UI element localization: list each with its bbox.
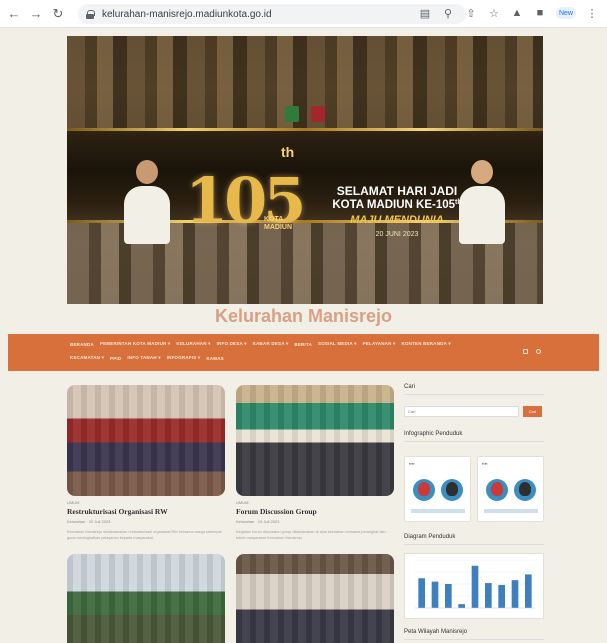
post-card[interactable]: UMUM Forum Discussion Group Kelurahan · … <box>236 385 394 541</box>
female-avatar-icon <box>441 479 463 501</box>
infographic-card[interactable]: ▪▪▪▪ <box>477 456 544 522</box>
search-icon[interactable] <box>536 349 541 354</box>
chart-bar[interactable] <box>498 584 505 608</box>
share-icon[interactable]: ⇧ <box>464 6 478 20</box>
chart-bar[interactable] <box>418 578 425 608</box>
chart-bar[interactable] <box>458 604 465 608</box>
header-banner: 105 th KOTA MADIUN SELAMAT HARI JADI KOTA… <box>67 36 543 304</box>
menu-item[interactable]: INFOGRAFIS ▾ <box>167 355 201 361</box>
post-meta: Kelurahan · 19 Juli 2023 <box>236 519 280 524</box>
zoom-icon[interactable]: ⚲ <box>441 6 455 20</box>
chart-bar[interactable] <box>511 580 519 608</box>
banner-gold-line-top <box>67 128 543 131</box>
mayor-portrait <box>124 160 170 244</box>
population-chart[interactable] <box>404 553 544 619</box>
menu-item[interactable]: INFO DESA ▾ <box>217 341 247 347</box>
post-card[interactable] <box>236 554 394 643</box>
divider <box>404 639 544 640</box>
infographic-card-header: ▪▪▪▪ <box>482 461 488 466</box>
banner-line1: SELAMAT HARI JADI <box>336 184 458 198</box>
infographic-card-header: ▪▪▪▪ <box>409 461 415 466</box>
address-bar[interactable]: kelurahan-manisrejo.madiunkota.go.id <box>78 4 466 24</box>
party-emblem-icon <box>311 106 325 122</box>
population-chart-svg <box>415 559 535 609</box>
female-avatar-icon <box>514 479 536 501</box>
reload-icon[interactable]: ↻ <box>50 6 66 22</box>
menu-item[interactable]: BERANDA <box>70 342 94 347</box>
infographic-card[interactable]: ▪▪▪▪ <box>404 456 471 522</box>
post-card[interactable]: UMUM Restrukturisasi Organisasi RW Kelur… <box>67 385 225 541</box>
post-card[interactable] <box>67 554 225 643</box>
diagram-title: Diagram Penduduk <box>404 534 456 540</box>
chart-bar[interactable] <box>431 581 439 608</box>
male-avatar-icon <box>413 479 435 501</box>
chart-bar[interactable] <box>525 574 532 608</box>
menu-item[interactable]: PEMERINTAH KOTA MADIUN ▾ <box>100 341 170 347</box>
banner-date: 20 JUNI 2023 <box>375 231 419 238</box>
profile-badge[interactable]: New <box>556 7 576 19</box>
menu-item[interactable]: BERITA <box>294 342 312 347</box>
sidepanel-icon[interactable]: ■ <box>533 6 547 20</box>
map-title: Peta Wilayah Manisrejo <box>404 629 468 635</box>
kota-label: KOTA MADIUN <box>264 216 292 231</box>
chart-bar[interactable] <box>445 584 452 608</box>
menu-row-1: BERANDA PEMERINTAH KOTA MADIUN ▾ KELURAHAN… <box>70 341 451 347</box>
banner-top-photo <box>67 36 543 128</box>
menu-item[interactable]: SOSIAL MEDIA ▾ <box>318 341 357 347</box>
menu-item[interactable]: KABAR DESA ▾ <box>253 341 289 347</box>
post-title[interactable]: Restrukturisasi Organisasi RW <box>67 507 225 516</box>
back-icon[interactable]: ← <box>6 6 22 22</box>
divider <box>404 394 544 395</box>
anniversary-suffix: th <box>281 144 295 160</box>
search-widget-title: Cari <box>404 384 416 390</box>
bookmark-star-icon[interactable]: ☆ <box>487 6 501 20</box>
menu-item[interactable]: PELAYANAN ▾ <box>363 341 396 347</box>
url-text: kelurahan-manisrejo.madiunkota.go.id <box>102 8 272 20</box>
menu-item[interactable]: KAWAS <box>206 356 224 361</box>
menu-row-2: KECAMATAN ▾ PPID INFO TANAH ▾ INFOGRAFIS ▾ K… <box>70 355 224 361</box>
search-input[interactable] <box>404 406 519 417</box>
post-thumbnail[interactable] <box>67 554 225 643</box>
post-thumbnail[interactable] <box>67 385 225 496</box>
main-menu: BERANDA PEMERINTAH KOTA MADIUN ▾ KELURAHAN… <box>8 334 599 371</box>
divider <box>404 441 544 442</box>
site-title[interactable]: Kelurahan Manisrejo <box>0 306 607 327</box>
infographic-stat-bar <box>484 509 538 513</box>
search-button[interactable]: Cari <box>523 406 542 417</box>
forward-icon[interactable]: → <box>28 6 44 22</box>
post-category[interactable]: UMUM <box>67 500 225 505</box>
post-category[interactable]: UMUM <box>236 500 394 505</box>
divider <box>404 544 544 545</box>
menu-item[interactable]: KELURAHAN ▾ <box>176 341 210 347</box>
male-avatar-icon <box>486 479 508 501</box>
menu-dots-icon[interactable]: ⋮ <box>585 6 599 20</box>
chart-bar[interactable] <box>471 565 479 608</box>
post-title[interactable]: Forum Discussion Group <box>236 507 394 516</box>
menu-item[interactable]: KONTEN BERANDA ▾ <box>402 341 451 347</box>
browser-toolbar: ← → ↻ kelurahan-manisrejo.madiunkota.go.… <box>0 0 607 28</box>
sidebar: Cari Cari Infographic Penduduk ▪▪▪▪ ▪▪▪▪… <box>404 384 544 640</box>
infographic-stat-bar <box>411 509 465 513</box>
post-thumbnail[interactable] <box>236 554 394 643</box>
dark-mode-icon[interactable] <box>523 349 528 354</box>
translate-icon[interactable]: ▤ <box>418 6 432 20</box>
city-emblem-icon <box>285 106 299 122</box>
menu-item[interactable]: INFO TANAH ▾ <box>127 355 160 361</box>
banner-line2: KOTA MADIUN KE-105th <box>332 199 462 211</box>
menu-item[interactable]: PPID <box>110 356 121 361</box>
chart-bar[interactable] <box>485 583 492 608</box>
post-excerpt: Kegiatan forum discussion group dilaksan… <box>236 530 386 540</box>
infographic-title: Infographic Penduduk <box>404 431 463 437</box>
post-meta: Kelurahan · 20 Juli 2023 <box>67 519 111 524</box>
lock-icon <box>86 9 95 19</box>
post-thumbnail[interactable] <box>236 385 394 496</box>
post-excerpt: Kelurahan Manisrejo melaksanakan restruk… <box>67 530 222 540</box>
menu-item[interactable]: KECAMATAN ▾ <box>70 355 104 361</box>
banner-line3: MAJU MENDUNIA <box>350 214 444 226</box>
extensions-icon[interactable]: ▲ <box>510 6 524 20</box>
